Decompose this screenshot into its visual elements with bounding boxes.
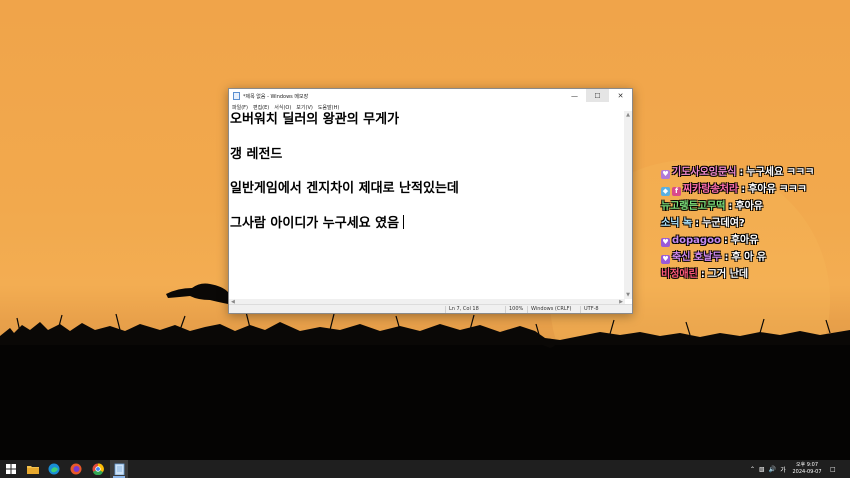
text-line <box>229 197 625 214</box>
chat-username: 축신 호날두 <box>672 252 722 263</box>
chat-overlay: ♥ 기도사오잉문식: 누구세요 ㅋㅋㅋ ◆ f 찌카랑송처라: 후아유 ㅋㅋㅋ 뉴고랭든고… <box>661 166 814 285</box>
chat-message: ♥ 축신 호날두: 후 아 유 <box>661 251 814 268</box>
chat-username: dopagoo <box>672 235 721 246</box>
menu-edit[interactable]: 편집(E) <box>253 104 269 111</box>
file-explorer-icon[interactable] <box>27 463 39 475</box>
text-line-current: 그사람 아이디가 누구세요 였음 <box>229 214 625 232</box>
menu-format[interactable]: 서식(O) <box>274 104 291 111</box>
chat-text: 그거 난데 <box>707 269 749 280</box>
status-bar: Ln 7, Col 18 100% Windows (CRLF) UTF-8 <box>229 304 632 313</box>
zoom-level: 100% <box>505 306 523 313</box>
scroll-up-icon[interactable]: ▲ <box>624 111 632 119</box>
window-title: *제목 없음 - Windows 메모장 <box>243 93 309 100</box>
chat-message: ◆ f 찌카랑송처라: 후아유 ㅋㅋㅋ <box>661 183 814 200</box>
chat-text: 누군데여? <box>702 218 745 229</box>
heart-badge-icon: ♥ <box>661 170 670 179</box>
text-line: 일반게임에서 겐지차이 제대로 난적있는데 <box>230 181 459 197</box>
vertical-scrollbar[interactable]: ▲ ▼ <box>624 111 632 299</box>
current-line-text: 그사람 아이디가 누구세요 였음 <box>230 215 400 231</box>
title-bar[interactable]: *제목 없음 - Windows 메모장 — ☐ ✕ <box>229 89 632 103</box>
diamond-badge-icon: ◆ <box>661 187 670 196</box>
chat-text: 후 아 유 <box>731 252 767 263</box>
cursor-position: Ln 7, Col 18 <box>445 306 479 313</box>
clock-time: 오후 9:07 <box>795 462 819 468</box>
clock-date: 2024-09-07 <box>792 469 822 475</box>
text-line <box>229 163 625 180</box>
edge-icon[interactable] <box>48 463 60 475</box>
chat-username: 비정애린 <box>661 269 698 280</box>
scroll-down-icon[interactable]: ▼ <box>624 291 632 299</box>
chat-text: 후아유 ㅋㅋㅋ <box>748 184 807 195</box>
chat-separator: : <box>724 252 729 263</box>
menu-view[interactable]: 보기(V) <box>296 104 313 111</box>
menu-help[interactable]: 도움말(H) <box>318 104 339 111</box>
menu-file[interactable]: 파일(F) <box>232 104 248 111</box>
close-button[interactable]: ✕ <box>609 89 632 102</box>
chat-text: 후아유 <box>735 201 764 212</box>
minimize-button[interactable]: — <box>563 89 586 102</box>
firefox-icon[interactable] <box>70 463 82 475</box>
start-icon[interactable] <box>5 463 17 475</box>
chat-separator: : <box>700 269 705 280</box>
encoding: UTF-8 <box>580 306 599 313</box>
chevron-up-icon[interactable]: ⌃ <box>750 466 755 473</box>
chat-separator: : <box>739 167 744 178</box>
chat-username: 찌카랑송처라 <box>683 184 739 195</box>
heart-badge-icon: ♥ <box>661 255 670 264</box>
chat-separator: : <box>728 201 733 212</box>
volume-icon[interactable]: 🔊 <box>769 466 776 473</box>
window-controls: — ☐ ✕ <box>563 89 632 102</box>
notification-icon[interactable]: □ <box>830 460 836 478</box>
chat-text: 후아유 <box>730 235 759 246</box>
chat-separator: : <box>741 184 746 195</box>
text-line: 오버워치 딜러의 왕관의 무게가 <box>230 112 400 127</box>
network-icon[interactable]: ▧ <box>759 466 765 473</box>
chat-username: 소닉 녹 <box>661 218 693 229</box>
text-line <box>229 128 625 145</box>
fan-badge-icon: f <box>672 187 681 196</box>
chat-message: 소닉 녹: 누군데여? <box>661 217 814 234</box>
heart-badge-icon: ♥ <box>661 238 670 247</box>
text-caret <box>403 214 405 229</box>
chat-message: 비정애린: 그거 난데 <box>661 268 814 285</box>
system-tray: ⌃ ▧ 🔊 가 <box>750 460 786 478</box>
chat-message: 뉴고랭든고무떡: 후아유 <box>661 200 814 217</box>
chat-separator: : <box>695 218 700 229</box>
text-line: 갱 레전드 <box>230 146 283 162</box>
chrome-icon[interactable] <box>92 463 104 475</box>
notepad-window[interactable]: *제목 없음 - Windows 메모장 — ☐ ✕ 파일(F) 편집(E) 서… <box>228 88 633 314</box>
clock[interactable]: 오후 9:07 2024-09-07 <box>792 462 822 476</box>
text-editor[interactable]: 오버워치 딜러의 왕관의 무게가 갱 레전드 일반게임에서 겐지차이 제대로 난… <box>229 111 625 299</box>
maximize-button[interactable]: ☐ <box>586 89 609 102</box>
notepad-taskbar-icon[interactable] <box>113 463 125 475</box>
line-ending: Windows (CRLF) <box>527 306 571 313</box>
ime-indicator[interactable]: 가 <box>780 465 786 474</box>
chat-separator: : <box>723 235 728 246</box>
chat-message: ♥ 기도사오잉문식: 누구세요 ㅋㅋㅋ <box>661 166 814 183</box>
chat-username: 뉴고랭든고무떡 <box>661 201 726 212</box>
taskbar: ⌃ ▧ 🔊 가 오후 9:07 2024-09-07 □ <box>0 460 850 478</box>
chat-message: ♥ dopagoo: 후아유 <box>661 234 814 251</box>
notepad-icon <box>233 92 240 100</box>
chat-text: 누구세요 ㅋㅋㅋ <box>746 167 815 178</box>
chat-username: 기도사오잉문식 <box>672 167 737 178</box>
